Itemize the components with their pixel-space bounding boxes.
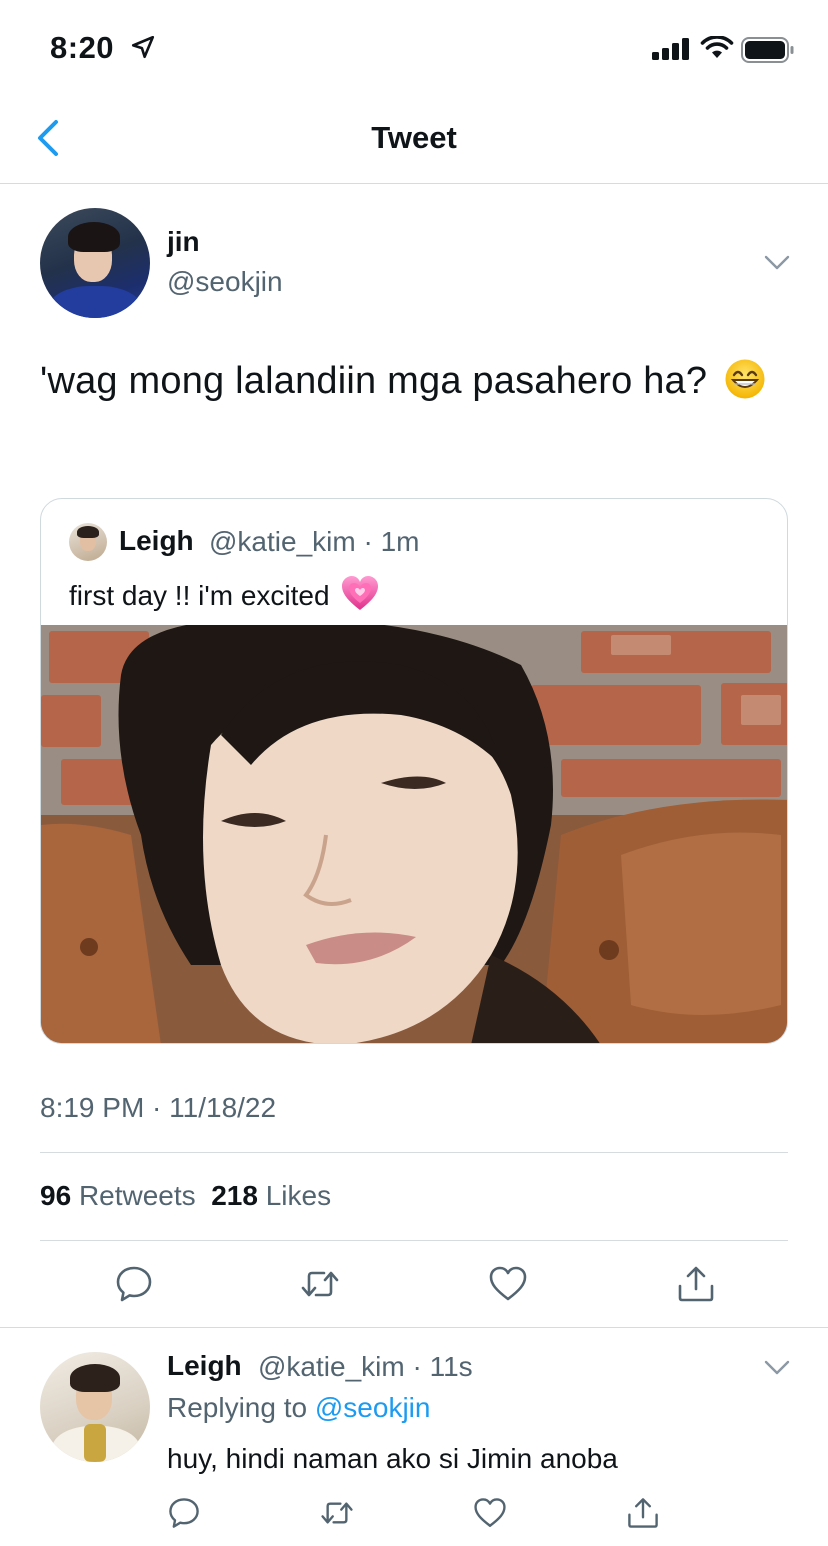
grinning-face-icon (725, 359, 765, 399)
quoted-author-name: Leigh (119, 525, 194, 556)
status-time: 8:20 (50, 30, 115, 65)
avatar-figure-scarf (84, 1424, 106, 1462)
chevron-down-icon[interactable] (764, 255, 790, 271)
reply-text: huy, hindi naman ako si Jimin anoba (167, 1443, 618, 1474)
divider (40, 1152, 788, 1153)
nav-bar: Tweet (0, 92, 828, 184)
wifi-icon (700, 36, 734, 58)
signal-icon (652, 38, 689, 60)
author-name[interactable]: jin (167, 226, 200, 258)
replying-to: Replying to @seokjin (167, 1392, 430, 1424)
reply-author-name[interactable]: Leigh (167, 1350, 242, 1382)
engagement-stats: 96 Retweets 218 Likes (40, 1180, 331, 1212)
quoted-author-handle: @katie_kim · 1m (209, 526, 420, 557)
quoted-tweet-photo[interactable] (41, 625, 788, 1044)
quoted-tweet-text-content: first day !! i'm excited (69, 580, 330, 611)
likes-label[interactable]: Likes (266, 1180, 331, 1211)
avatar[interactable] (40, 1352, 150, 1462)
like-icon[interactable] (473, 1496, 507, 1530)
avatar-figure-hair (68, 222, 120, 252)
replying-to-handle[interactable]: @seokjin (315, 1392, 431, 1423)
divider (40, 1240, 788, 1241)
quoted-tweet[interactable]: Leigh @katie_kim · 1m first day !! i'm e… (40, 498, 788, 1044)
author-handle[interactable]: @seokjin (167, 266, 283, 298)
reply-icon[interactable] (167, 1496, 201, 1530)
likes-count[interactable]: 218 (211, 1180, 258, 1211)
tweet-timestamp: 8:19 PM · 11/18/22 (40, 1092, 277, 1123)
avatar[interactable] (40, 208, 150, 318)
avatar-figure-hair (77, 526, 99, 538)
replying-to-label: Replying to (167, 1392, 308, 1423)
section-divider (0, 1327, 828, 1328)
retweets-label[interactable]: Retweets (79, 1180, 196, 1211)
tweet-text-content: 'wag mong lalandiin mga pasahero ha? (40, 360, 708, 402)
status-bar: 8:20 (0, 0, 828, 92)
quoted-tweet-text: first day !! i'm excited (69, 575, 379, 613)
chevron-down-icon[interactable] (764, 1360, 790, 1376)
share-icon[interactable] (626, 1496, 660, 1530)
like-icon[interactable] (488, 1264, 528, 1304)
avatar (69, 523, 107, 561)
avatar-figure-body (48, 286, 142, 318)
retweet-icon[interactable] (300, 1264, 340, 1304)
reply-author-handle[interactable]: @katie_kim · 11s (258, 1351, 473, 1383)
reply-icon[interactable] (114, 1264, 154, 1304)
location-arrow-icon (131, 35, 155, 59)
battery-icon (741, 37, 794, 63)
retweet-icon[interactable] (320, 1496, 354, 1530)
growing-heart-icon (342, 576, 379, 610)
tweet-text: 'wag mong lalandiin mga pasahero ha? (40, 352, 780, 410)
page-title: Tweet (371, 120, 457, 155)
share-icon[interactable] (676, 1264, 716, 1304)
avatar-figure-hair (70, 1364, 120, 1392)
retweets-count[interactable]: 96 (40, 1180, 71, 1211)
